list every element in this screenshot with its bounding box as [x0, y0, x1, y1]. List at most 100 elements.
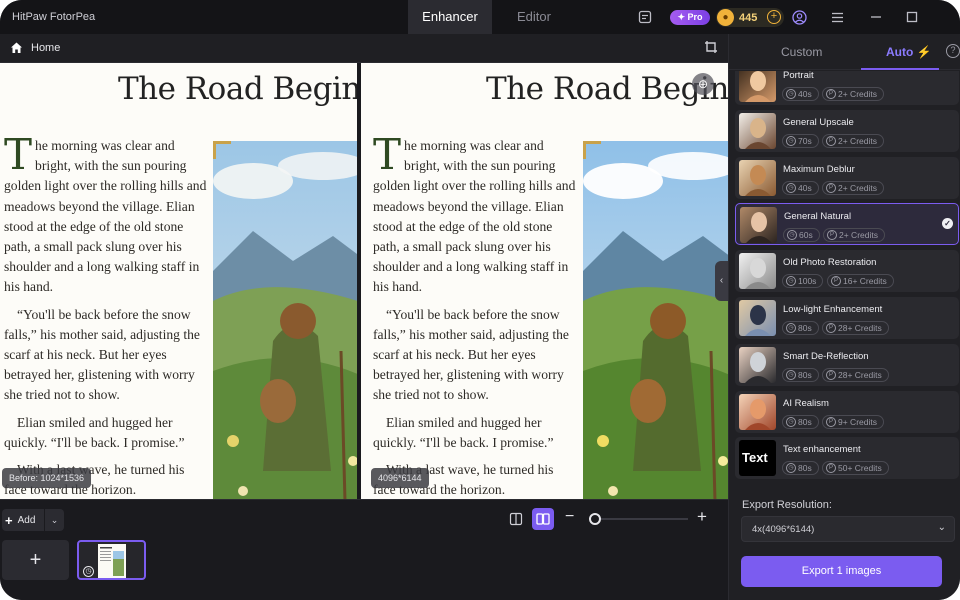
after-size-badge: 4096*6144	[371, 468, 429, 488]
model-credits: P 16+ Credits	[827, 274, 894, 289]
maximize-icon[interactable]	[904, 9, 920, 25]
model-thumbnail	[739, 346, 776, 383]
model-item[interactable]: AI Realism ◷ 80s P 9+ Credits	[735, 390, 959, 433]
clock-icon: ◷	[786, 323, 796, 333]
credit-icon: P	[826, 463, 836, 474]
model-time: ◷ 40s	[782, 180, 819, 195]
clock-icon: ◷	[786, 463, 796, 474]
model-time: ◷ 70s	[782, 133, 819, 148]
breadcrumb-home[interactable]: Home	[31, 42, 60, 54]
model-credits: P 9+ Credits	[822, 414, 884, 429]
credit-icon: P	[827, 230, 837, 241]
account-icon[interactable]	[791, 9, 807, 25]
split-view-button[interactable]	[505, 508, 527, 530]
model-item[interactable]: Text Text enhancement ◷ 80s P 50+ Credits	[735, 437, 959, 480]
model-item[interactable]: Low-light Enhancement ◷ 80s P 28+ Credits	[735, 297, 959, 339]
feedback-icon[interactable]	[637, 9, 653, 25]
pending-clock-icon: ◷	[83, 566, 94, 577]
tab-custom[interactable]: Custom	[781, 34, 822, 70]
model-item[interactable]: Smart De-Reflection ◷ 80s P 28+ Credits	[735, 343, 959, 386]
model-name: AI Realism	[783, 397, 829, 409]
panel-tabs: Custom Auto ⚡ ?	[729, 34, 960, 70]
model-credits: P 28+ Credits	[822, 367, 889, 382]
image-thumbnail[interactable]: ◷	[77, 540, 146, 580]
model-name: General Natural	[784, 211, 852, 223]
export-button[interactable]: Export 1 images	[741, 556, 942, 587]
story-illustration	[583, 141, 728, 499]
clock-icon: ◷	[786, 182, 796, 193]
model-time: ◷ 80s	[782, 367, 819, 382]
credits-count: 445	[739, 11, 758, 24]
clock-icon: ◷	[786, 135, 796, 146]
model-thumbnail: Text	[739, 440, 776, 477]
model-name: Text enhancement	[783, 444, 861, 456]
before-preview[interactable]: The Road Begins The morning was clear an…	[0, 63, 357, 499]
enhance-panel: Custom Auto ⚡ ? Portrait ◷ 40s P 2+ Credits G…	[728, 34, 960, 600]
home-icon[interactable]	[10, 41, 23, 54]
model-name: Old Photo Restoration	[783, 257, 877, 269]
chevron-down-icon: ⌄	[937, 522, 946, 533]
model-list[interactable]: Portrait ◷ 40s P 2+ Credits General Upscale ◷ 7…	[729, 71, 960, 526]
magnify-icon[interactable]: ⊕	[692, 73, 714, 95]
zoom-slider[interactable]	[588, 513, 688, 525]
compare-canvas: The Road Begins The morning was clear an…	[0, 63, 728, 499]
credits-pill[interactable]: ● 445 +	[716, 8, 784, 27]
zoom-slider-knob[interactable]	[588, 513, 601, 525]
after-preview[interactable]: The Road Begins The morning was clear an…	[361, 63, 728, 499]
crop-icon[interactable]	[704, 40, 718, 54]
model-credits: P 2+ Credits	[822, 180, 884, 195]
export-resolution-value: 4x(4096*6144)	[752, 524, 815, 535]
breadcrumb-bar: Home	[0, 34, 728, 63]
tab-enhancer[interactable]: Enhancer	[408, 0, 492, 34]
model-name: Low-light Enhancement	[783, 304, 883, 315]
coin-icon: ●	[717, 9, 734, 26]
page-title: The Road Begins	[118, 71, 357, 107]
pro-badge[interactable]: ✦ Pro	[670, 10, 710, 25]
model-time: ◷ 80s	[782, 461, 819, 476]
model-item[interactable]: General Upscale ◷ 70s P 2+ Credits	[735, 109, 959, 152]
model-item[interactable]: General Natural ◷ 60s P 2+ Credits ✓	[735, 203, 959, 246]
plus-icon: +	[5, 512, 13, 528]
lightning-icon: ⚡	[916, 45, 932, 59]
before-size-badge: Before: 1024*1536	[2, 468, 92, 488]
add-image-tile[interactable]: +	[2, 540, 69, 580]
credit-icon: P	[826, 89, 836, 99]
model-credits: P 28+ Credits	[822, 321, 889, 335]
clock-icon: ◷	[787, 230, 797, 241]
zoom-out-button[interactable]: −	[565, 508, 574, 526]
model-credits: P 2+ Credits	[822, 87, 884, 101]
model-thumbnail	[739, 71, 776, 102]
model-credits: P 2+ Credits	[822, 133, 884, 148]
add-credits-icon[interactable]: +	[767, 10, 781, 24]
split-view-icon	[509, 512, 523, 526]
clock-icon: ◷	[786, 89, 796, 99]
model-item[interactable]: Maximum Deblur ◷ 40s P 2+ Credits	[735, 156, 959, 199]
model-name: Portrait	[783, 71, 814, 81]
side-by-side-button[interactable]	[532, 508, 554, 530]
export-resolution-select[interactable]: 4x(4096*6144) ⌄	[741, 516, 955, 542]
model-item[interactable]: Portrait ◷ 40s P 2+ Credits	[735, 71, 959, 105]
model-time: ◷ 40s	[782, 87, 819, 101]
menu-icon[interactable]	[829, 9, 845, 25]
dropcap: T	[373, 130, 402, 179]
zoom-in-button[interactable]: +	[697, 507, 707, 527]
story-paragraph: “You'll be back before the snow falls,” …	[373, 306, 569, 403]
tab-auto[interactable]: Auto ⚡	[886, 34, 932, 70]
minimize-icon[interactable]	[868, 9, 884, 25]
add-button[interactable]: + Add ⌄	[2, 509, 64, 531]
help-icon[interactable]: ?	[946, 44, 960, 58]
model-item[interactable]: Old Photo Restoration ◷ 100s P 16+ Credits	[735, 250, 959, 293]
story-text: The morning was clear and bright, with t…	[4, 134, 209, 499]
model-time: ◷ 100s	[782, 274, 824, 289]
bottom-toolbar: + Add ⌄ − + + ◷	[0, 499, 728, 600]
title-bar: HitPaw FotorPea Enhancer Editor ✦ Pro ● …	[0, 0, 960, 34]
tab-editor[interactable]: Editor	[492, 0, 576, 34]
story-paragraph: he morning was clear and bright, with th…	[373, 138, 576, 295]
model-thumbnail	[739, 253, 776, 290]
add-dropdown-icon[interactable]: ⌄	[44, 509, 64, 531]
credit-icon: P	[831, 276, 841, 287]
model-credits: P 2+ Credits	[823, 228, 885, 243]
collapse-panel-icon[interactable]: ‹	[715, 261, 728, 301]
clock-icon: ◷	[786, 416, 796, 427]
credit-icon: P	[826, 323, 836, 333]
